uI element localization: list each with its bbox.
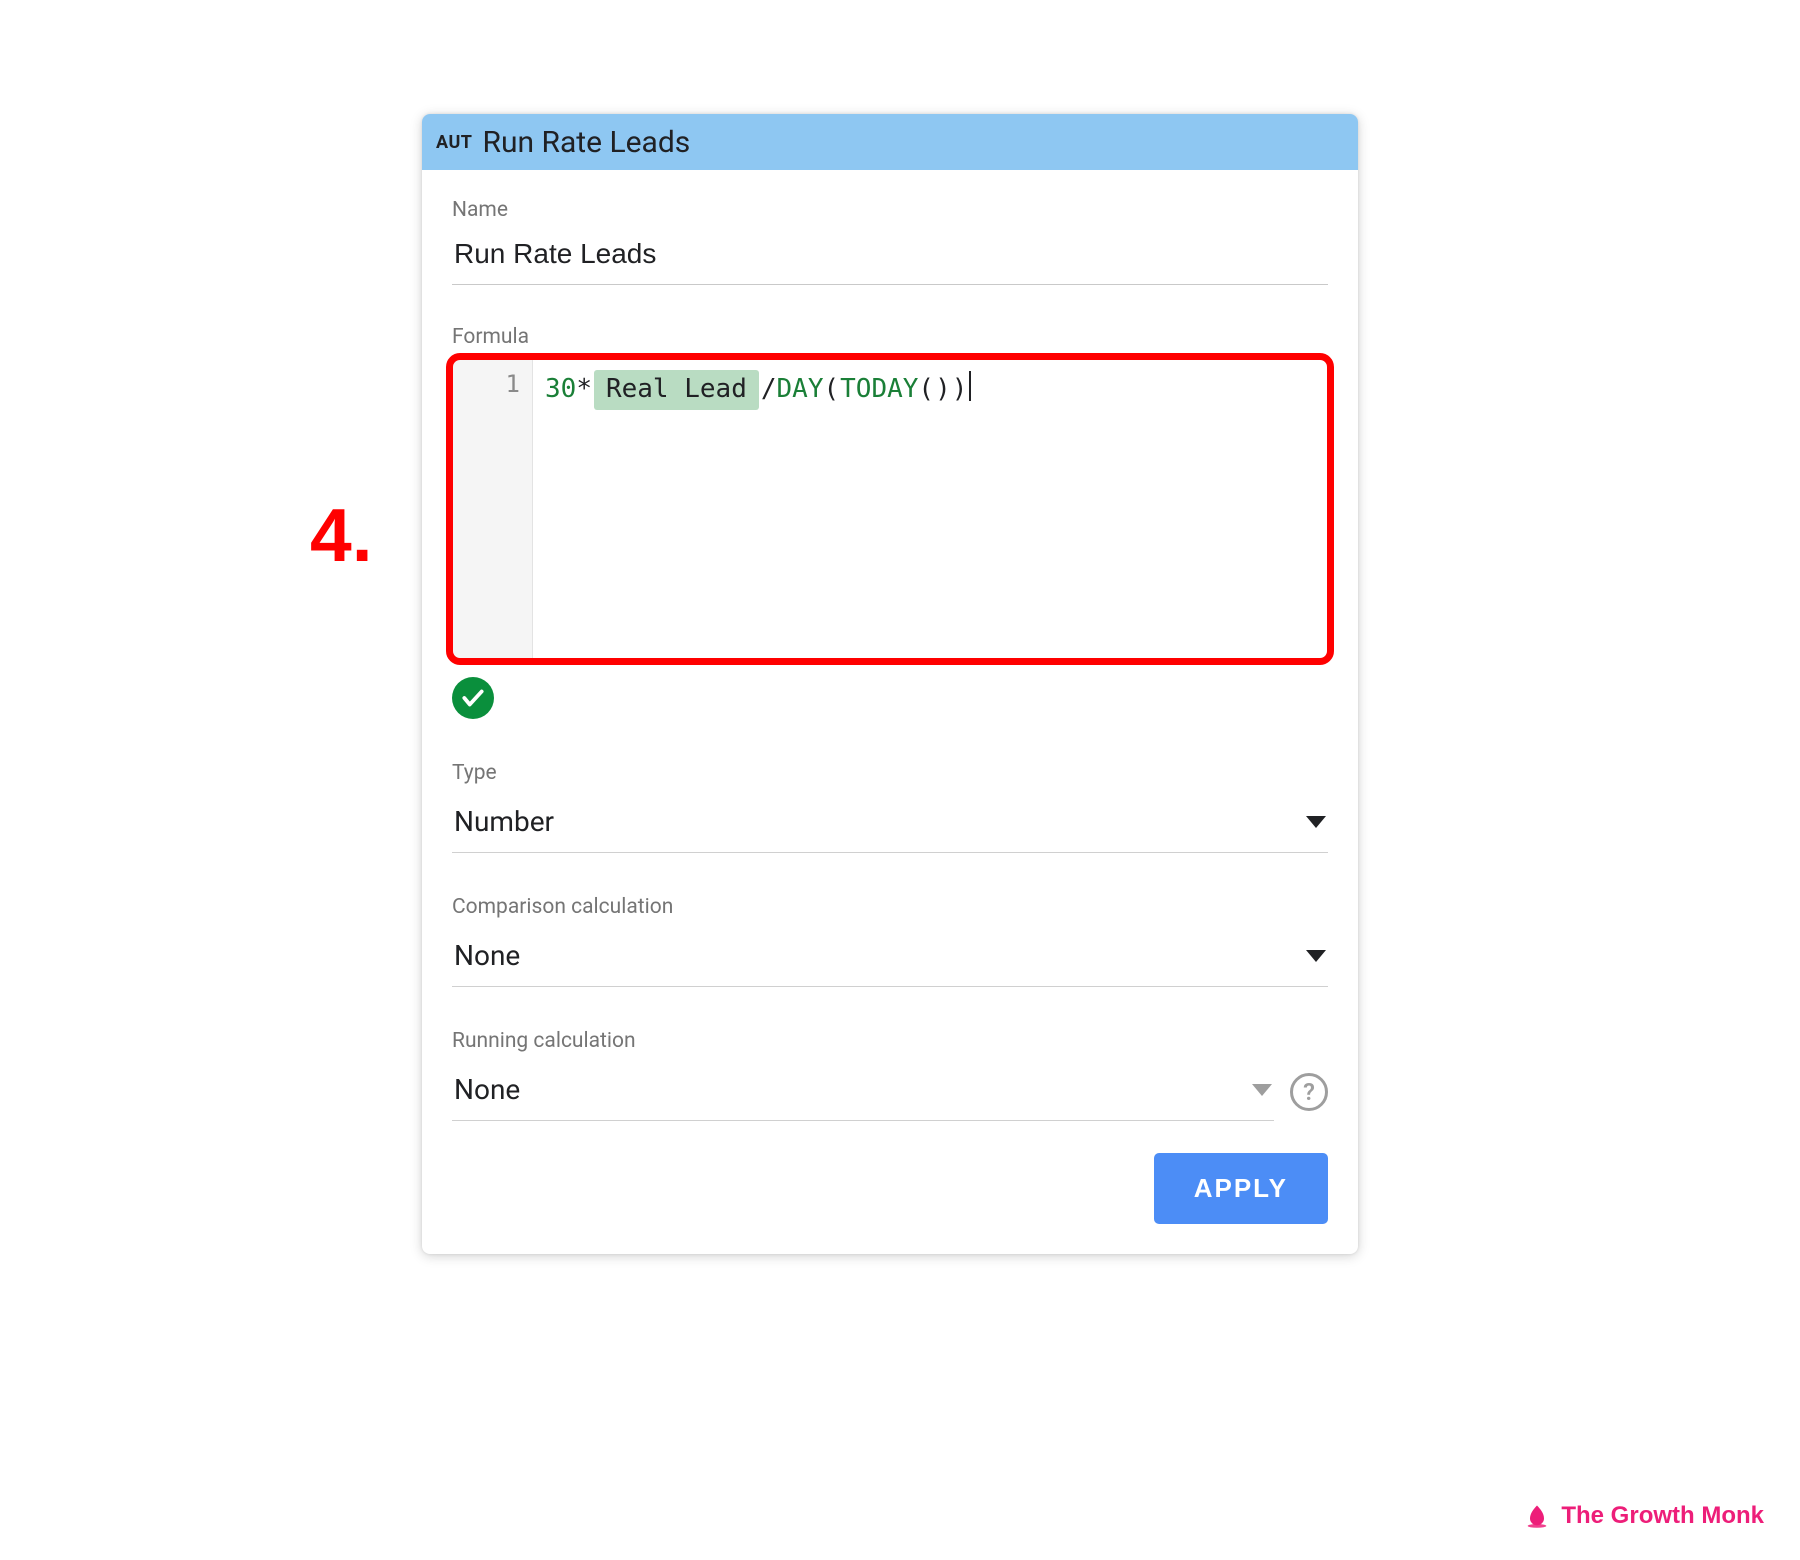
panel-title: Run Rate Leads <box>482 125 690 160</box>
chevron-down-icon <box>1252 1084 1272 1096</box>
formula-editor-wrap: 1 30*Real Lead/DAY(TODAY()) <box>452 359 1328 659</box>
comparison-select[interactable]: None <box>452 929 1328 987</box>
chevron-down-icon <box>1306 950 1326 962</box>
panel-body: Name Formula 1 30*Real Lead/DAY(TODAY()) <box>422 170 1358 1254</box>
field-editor-panel: AUT Run Rate Leads Name Formula 1 30*Rea… <box>422 114 1358 1254</box>
token-paren: ( <box>823 374 840 404</box>
formula-valid-icon <box>452 677 494 719</box>
name-label: Name <box>452 198 1328 222</box>
field-chip-real-lead[interactable]: Real Lead <box>594 370 759 410</box>
line-gutter: 1 <box>453 360 533 658</box>
name-field-group: Name <box>452 198 1328 285</box>
brand-icon <box>1523 1502 1551 1530</box>
type-field-group: Type Number <box>452 761 1328 853</box>
apply-button[interactable]: APPLY <box>1154 1153 1328 1224</box>
brand-text: The Growth Monk <box>1561 1502 1764 1530</box>
line-number: 1 <box>453 370 520 398</box>
type-value: Number <box>454 805 1306 838</box>
type-label: Type <box>452 761 1328 785</box>
formula-editor[interactable]: 1 30*Real Lead/DAY(TODAY()) <box>452 359 1328 659</box>
step-annotation: 4. <box>310 492 373 578</box>
token-function-day: DAY <box>777 374 824 404</box>
running-value: None <box>454 1073 1252 1106</box>
panel-header: AUT Run Rate Leads <box>422 114 1358 170</box>
text-caret <box>969 371 971 401</box>
type-select[interactable]: Number <box>452 795 1328 853</box>
formula-code[interactable]: 30*Real Lead/DAY(TODAY()) <box>533 360 1327 658</box>
comparison-value: None <box>454 939 1306 972</box>
token-operator: * <box>576 374 592 404</box>
running-label: Running calculation <box>452 1029 1328 1053</box>
token-function-today: TODAY <box>840 374 918 404</box>
formula-field-group: Formula 1 30*Real Lead/DAY(TODAY()) <box>452 325 1328 719</box>
name-input[interactable] <box>452 232 1328 285</box>
token-paren: ()) <box>918 374 968 404</box>
running-field-group: Running calculation None ? <box>452 1029 1328 1121</box>
running-select[interactable]: None <box>452 1063 1274 1121</box>
comparison-label: Comparison calculation <box>452 895 1328 919</box>
formula-label: Formula <box>452 325 1328 349</box>
comparison-field-group: Comparison calculation None <box>452 895 1328 987</box>
token-operator: / <box>761 374 777 404</box>
brand-watermark: The Growth Monk <box>1523 1502 1764 1530</box>
actions-row: APPLY <box>452 1153 1328 1224</box>
token-number: 30 <box>545 374 576 404</box>
chevron-down-icon <box>1306 816 1326 828</box>
help-icon[interactable]: ? <box>1290 1073 1328 1111</box>
field-type-tag: AUT <box>436 132 472 153</box>
